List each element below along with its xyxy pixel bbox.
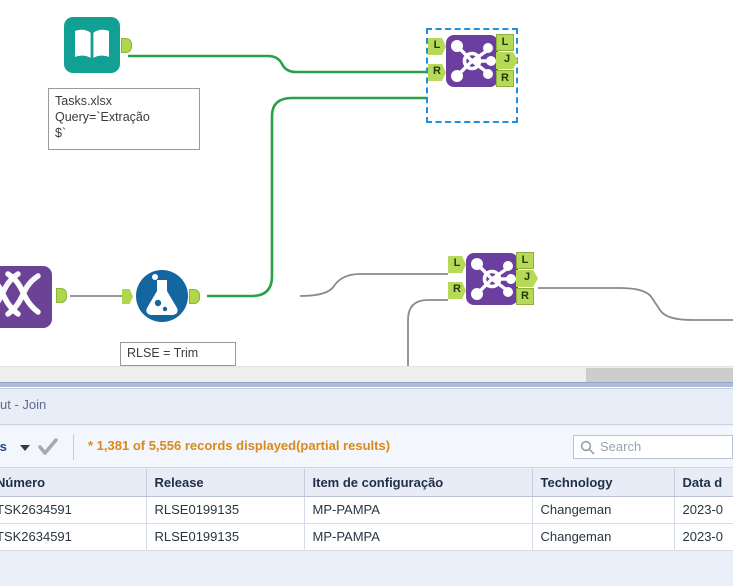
column-header-release[interactable]: Release xyxy=(146,469,305,497)
records-status-text: * 1,381 of 5,556 records displayed(parti… xyxy=(88,438,391,453)
join-output-left[interactable]: L xyxy=(516,252,534,269)
results-grid[interactable]: Número Release Item de configuração Tech… xyxy=(0,469,733,587)
table-row[interactable]: TSK2634591 RLSE0199135 MP-PAMPA Changema… xyxy=(0,496,733,524)
cell-item-config[interactable]: MP-PAMPA xyxy=(304,496,533,524)
table-header-row: Número Release Item de configuração Tech… xyxy=(0,469,733,497)
book-glyph xyxy=(75,29,109,59)
join-input-left[interactable]: L xyxy=(448,256,466,273)
tab-output-join[interactable]: ut - Join xyxy=(0,397,46,412)
search-box[interactable]: Search xyxy=(573,435,733,459)
output-anchor[interactable] xyxy=(56,288,67,303)
join-output-right[interactable]: R xyxy=(496,70,514,87)
cell-technology[interactable]: Changeman xyxy=(532,523,675,551)
flask-icon xyxy=(136,270,188,322)
search-placeholder: Search xyxy=(600,439,642,454)
scrollbar-thumb[interactable] xyxy=(586,368,733,382)
cell-data[interactable]: 2023-0 xyxy=(674,496,733,524)
fields-dropdown-label[interactable]: ls xyxy=(0,439,7,454)
cell-item-config[interactable]: MP-PAMPA xyxy=(304,523,533,551)
dna-helix-icon xyxy=(0,266,52,328)
column-header-item-config[interactable]: Item de configuração xyxy=(304,469,533,497)
toolbar-divider xyxy=(73,434,74,460)
tool-join-selected[interactable]: L R L J R xyxy=(424,28,524,123)
join-output-join[interactable]: J xyxy=(516,270,538,287)
book-icon xyxy=(64,17,120,73)
join-icon xyxy=(466,253,518,305)
cell-numero[interactable]: TSK2634591 xyxy=(0,523,147,551)
canvas-horizontal-scrollbar[interactable] xyxy=(0,366,733,382)
column-header-data[interactable]: Data d xyxy=(674,469,733,497)
tool-annotation-formula: RLSE = Trim xyxy=(120,342,236,366)
join-glyph xyxy=(471,258,516,300)
join-glyph xyxy=(451,40,496,82)
workflow-canvas[interactable]: Tasks.xlsx Query=`Extração $` RLSE = Tri… xyxy=(0,0,733,366)
chevron-down-icon[interactable] xyxy=(20,445,30,451)
results-table: Número Release Item de configuração Tech… xyxy=(0,469,733,551)
cell-numero[interactable]: TSK2634591 xyxy=(0,496,147,524)
tool-join-second[interactable]: L R L J R xyxy=(444,248,544,310)
results-tabstrip: ut - Join xyxy=(0,389,733,425)
join-icon xyxy=(446,35,498,87)
cell-data[interactable]: 2023-0 xyxy=(674,523,733,551)
column-header-numero[interactable]: Número xyxy=(0,469,147,497)
join-output-right[interactable]: R xyxy=(516,288,534,305)
tool-annotation-input: Tasks.xlsx Query=`Extração $` xyxy=(48,88,200,150)
join-output-left[interactable]: L xyxy=(496,34,514,51)
cell-technology[interactable]: Changeman xyxy=(532,496,675,524)
results-panel: ut - Join ls * 1,381 of 5,556 records di… xyxy=(0,388,733,586)
results-toolbar: ls * 1,381 of 5,556 records displayed(pa… xyxy=(0,426,733,468)
dna-glyph xyxy=(0,271,41,317)
checkmark-icon[interactable] xyxy=(37,436,59,458)
output-anchor[interactable] xyxy=(189,289,200,304)
cell-release[interactable]: RLSE0199135 xyxy=(146,523,305,551)
output-anchor[interactable] xyxy=(121,38,132,53)
search-icon xyxy=(580,440,595,455)
column-header-technology[interactable]: Technology xyxy=(532,469,675,497)
table-row[interactable]: TSK2634591 RLSE0199135 MP-PAMPA Changema… xyxy=(0,523,733,551)
flask-glyph xyxy=(146,274,178,315)
cell-release[interactable]: RLSE0199135 xyxy=(146,496,305,524)
join-input-right[interactable]: R xyxy=(448,282,466,299)
